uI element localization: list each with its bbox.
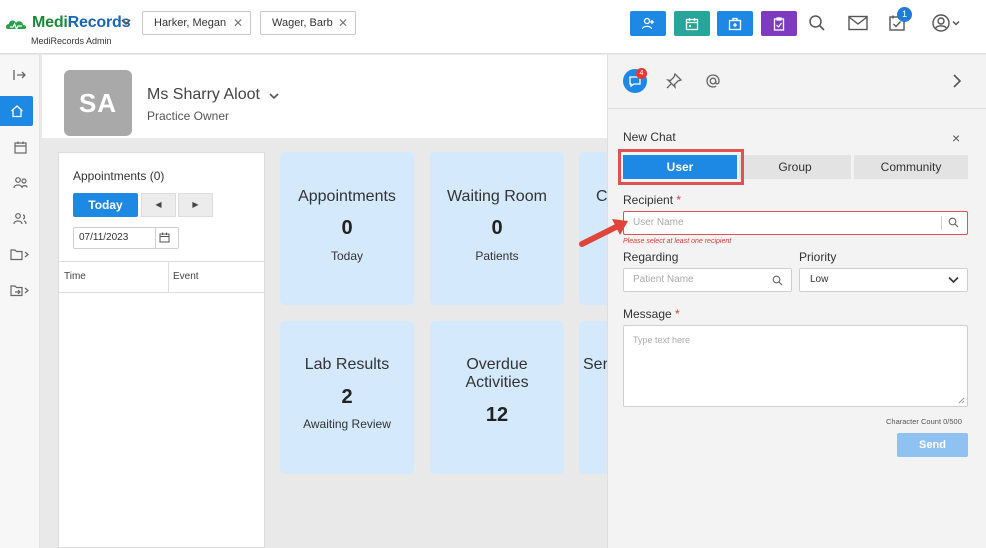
contacts-icon[interactable] [0, 203, 40, 233]
clipboard-icon [773, 16, 785, 31]
add-patient-button[interactable] [630, 11, 666, 36]
message-placeholder: Type text here [633, 335, 691, 345]
resize-handle-icon[interactable] [958, 397, 965, 404]
card-subtitle: Patients [475, 249, 519, 263]
patients-group-icon[interactable] [0, 167, 40, 197]
card-title: Overdue Activities [465, 356, 529, 391]
regarding-label: Regarding [623, 250, 679, 264]
patient-role: Practice Owner [147, 109, 230, 123]
app-logo[interactable]: MediRecords MediRecords Admin [4, 14, 134, 50]
annotation-arrow-icon [579, 219, 628, 247]
appointments-title: Appointments (0) [73, 169, 165, 183]
close-icon[interactable]: × [952, 130, 960, 146]
mention-icon[interactable] [704, 72, 722, 90]
card-subtitle: Awaiting Review [303, 417, 391, 431]
appointments-panel: Appointments (0) Today ◀ ▶ 07/11/2023 Ti… [58, 152, 265, 548]
regarding-placeholder: Patient Name [633, 274, 694, 285]
chat-unread-badge: 4 [636, 68, 647, 79]
chevron-down-icon [948, 276, 959, 284]
prev-day-button[interactable]: ◀ [141, 193, 176, 217]
recipient-error: Please select at least one recipient [623, 238, 732, 245]
card-value: 0 [341, 217, 353, 239]
recipient-input[interactable]: User Name [623, 211, 968, 235]
folder-icon[interactable] [0, 239, 40, 269]
message-textarea[interactable]: Type text here [623, 325, 968, 407]
priority-select[interactable]: Low [799, 268, 968, 292]
card-value: 0 [491, 217, 503, 239]
expand-menu-icon[interactable] [0, 60, 40, 90]
close-tab-icon[interactable]: ✕ [233, 12, 243, 34]
tab-community[interactable]: Community [854, 155, 968, 179]
card-partial-bottom[interactable]: Ser [579, 321, 607, 474]
next-day-button[interactable]: ▶ [178, 193, 213, 217]
logo-subtitle: MediRecords Admin [31, 36, 112, 46]
calendar-icon[interactable] [159, 232, 170, 243]
top-bar: MediRecords MediRecords Admin Harker, Me… [0, 0, 986, 54]
card-title: Ser [583, 356, 607, 373]
priority-label: Priority [799, 250, 837, 264]
send-button[interactable]: Send [897, 433, 968, 457]
regarding-input[interactable]: Patient Name [623, 268, 792, 292]
tasks-count-badge: 1 [897, 7, 912, 22]
card-lab-results[interactable]: Lab Results 2 Awaiting Review [280, 321, 414, 474]
patient-header: SA Ms Sharry Aloot Practice Owner [42, 55, 608, 138]
card-title: Co [596, 188, 607, 205]
folder-export-icon[interactable] [0, 275, 40, 305]
avatar: SA [64, 70, 132, 136]
calendar-icon [685, 17, 699, 30]
search-icon[interactable] [772, 275, 783, 286]
card-title: Waiting Room [447, 188, 547, 205]
patient-tab-wager[interactable]: Wager, Barb ✕ [260, 11, 356, 35]
chevron-down-icon[interactable] [120, 16, 132, 28]
new-chat-title: New Chat [623, 130, 676, 144]
search-icon[interactable] [806, 12, 828, 34]
input-divider [941, 216, 942, 230]
search-icon[interactable] [948, 217, 959, 228]
close-tab-icon[interactable]: ✕ [338, 12, 348, 34]
user-account-icon [932, 14, 950, 32]
patient-tab-label: Wager, Barb [272, 17, 333, 29]
card-title: Appointments [298, 188, 396, 205]
mail-icon[interactable] [847, 12, 869, 34]
calendar-button[interactable] [674, 11, 710, 36]
priority-value: Low [810, 274, 829, 285]
card-overdue-activities[interactable]: Overdue Activities 12 [430, 321, 564, 474]
patient-name[interactable]: Ms Sharry Aloot [147, 86, 260, 104]
patient-tab-harker[interactable]: Harker, Megan ✕ [142, 11, 251, 35]
card-title: Lab Results [304, 356, 390, 373]
column-header-event[interactable]: Event [168, 262, 199, 292]
calendar-icon[interactable] [0, 132, 40, 162]
drawer-toolbar: 4 [608, 55, 986, 109]
home-icon[interactable] [0, 96, 33, 126]
card-waiting-room[interactable]: Waiting Room 0 Patients [430, 152, 564, 305]
logo-cloud-icon [5, 20, 27, 31]
appointments-grid-header: Time Event [59, 261, 264, 293]
tab-group[interactable]: Group [739, 155, 851, 179]
pin-icon[interactable] [665, 72, 683, 90]
annotation-highlight-box [618, 149, 744, 185]
patient-tab-label: Harker, Megan [154, 17, 227, 29]
character-count: Character Count 0/500 [886, 417, 962, 426]
clipboard-button[interactable] [761, 11, 797, 36]
person-add-icon [641, 17, 654, 29]
card-appointments[interactable]: Appointments 0 Today [280, 152, 414, 305]
recipient-label: Recipient * [623, 193, 682, 207]
chevron-down-icon [952, 20, 960, 26]
left-nav-rail [0, 55, 40, 548]
date-value: 07/11/2023 [79, 232, 129, 243]
card-subtitle: Today [330, 249, 364, 263]
chat-drawer: 4 New Chat × User Group Community Recipi… [607, 55, 986, 548]
chevron-right-icon[interactable] [948, 72, 966, 90]
user-menu[interactable] [926, 12, 966, 34]
recipient-placeholder: User Name [633, 217, 684, 228]
logo-text: MediRecords [32, 14, 131, 31]
column-header-time[interactable]: Time [59, 262, 86, 292]
medical-kit-icon [728, 17, 742, 30]
card-value: 12 [485, 404, 509, 426]
chevron-down-icon[interactable] [268, 90, 280, 102]
message-label: Message * [623, 307, 680, 321]
today-button[interactable]: Today [73, 193, 138, 217]
medical-kit-button[interactable] [717, 11, 753, 36]
card-value: 2 [341, 386, 353, 408]
